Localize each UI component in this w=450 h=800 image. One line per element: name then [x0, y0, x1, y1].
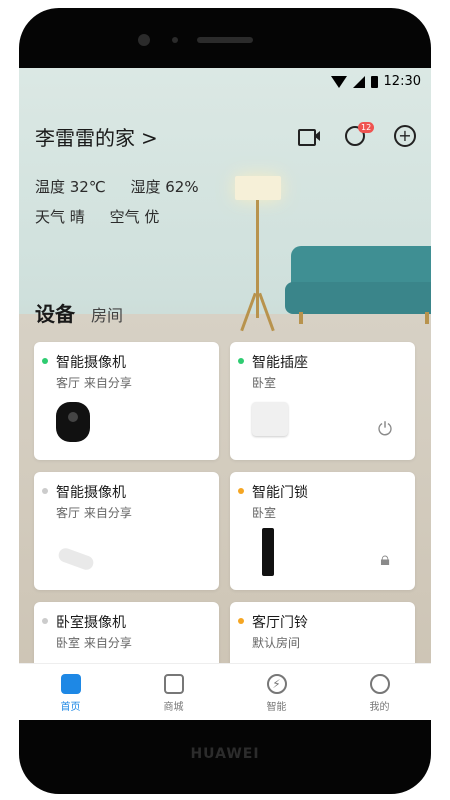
bottom-navigation: 首页 商城 ⚡︎ 智能 我的: [19, 663, 431, 720]
status-dot: [238, 618, 244, 624]
device-name: 客厅门铃: [252, 615, 308, 631]
device-name: 智能门锁: [252, 485, 308, 501]
device-location: 卧室 来自分享: [56, 636, 132, 650]
status-dot: [238, 358, 244, 364]
chevron-right-icon: >: [141, 126, 158, 150]
device-card[interactable]: 智能门锁 卧室 🔒︎: [230, 472, 415, 590]
shopping-bag-icon: [163, 674, 184, 694]
device-brand: HUAWEI: [190, 746, 260, 762]
smart-plug-image: [248, 398, 290, 448]
sofa: [285, 246, 431, 324]
device-location: 默认房间: [252, 636, 301, 650]
status-dot: [42, 618, 48, 624]
app-screen: 12:30 李雷雷的家 > 12 + 温度 32℃ 湿度 62% 天气 晴 空气 …: [19, 68, 431, 720]
home-name: 李雷雷的家: [35, 126, 135, 150]
earpiece-speaker: [197, 37, 253, 43]
nav-smart[interactable]: ⚡︎ 智能: [225, 664, 328, 720]
status-dot: [42, 358, 48, 364]
device-location: 卧室: [252, 376, 277, 390]
battery-icon: [370, 75, 378, 88]
lamp-pole: [256, 200, 259, 318]
message-icon[interactable]: 12: [344, 122, 375, 148]
home-icon: [60, 674, 81, 694]
nav-profile[interactable]: 我的: [328, 664, 431, 720]
device-name: 智能摄像机: [56, 485, 126, 501]
sofa-leg: [425, 312, 429, 324]
wifi-icon: [330, 75, 347, 88]
nav-label: 智能: [266, 702, 287, 713]
status-dot: [42, 488, 48, 494]
signal-icon: [352, 75, 365, 88]
lock-icon[interactable]: 🔒︎: [375, 550, 395, 570]
nav-mall[interactable]: 商城: [122, 664, 225, 720]
bullet-camera-image: [52, 528, 96, 578]
video-camera-icon[interactable]: [297, 124, 321, 148]
add-icon[interactable]: +: [393, 124, 417, 148]
user-icon: [369, 674, 390, 694]
device-name: 智能插座: [252, 355, 308, 371]
status-bar: 12:30: [330, 74, 421, 89]
temperature: 温度 32℃: [35, 178, 106, 196]
nav-home[interactable]: 首页: [19, 664, 122, 720]
notification-badge: 12: [358, 122, 375, 133]
nav-label: 商城: [163, 702, 184, 713]
device-name: 智能摄像机: [56, 355, 126, 371]
sofa-back: [291, 246, 431, 286]
weather: 天气 晴: [35, 208, 85, 226]
sofa-seat: [285, 282, 431, 314]
env-row-weather: 天气 晴 空气 优: [35, 206, 179, 227]
lamp-shade: [235, 176, 281, 200]
status-time: 12:30: [383, 74, 421, 89]
env-row-climate: 温度 32℃ 湿度 62%: [35, 176, 219, 197]
lightning-icon: ⚡︎: [266, 674, 287, 694]
power-icon[interactable]: ⏻: [375, 420, 395, 440]
device-card[interactable]: 智能插座 卧室 ⏻: [230, 342, 415, 460]
humidity: 湿度 62%: [130, 178, 199, 196]
dome-camera-image: [52, 398, 94, 448]
sofa-leg: [299, 312, 303, 324]
device-location: 客厅 来自分享: [56, 376, 132, 390]
sensor: [172, 37, 178, 43]
nav-label: 首页: [60, 702, 81, 713]
front-camera: [138, 34, 150, 46]
home-selector[interactable]: 李雷雷的家 >: [35, 122, 158, 151]
device-card[interactable]: 智能摄像机 客厅 来自分享: [34, 342, 219, 460]
door-lock-image: [248, 528, 290, 578]
device-location: 客厅 来自分享: [56, 506, 132, 520]
nav-label: 我的: [369, 702, 390, 713]
device-location: 卧室: [252, 506, 277, 520]
section-tabs: 设备 房间: [35, 298, 123, 327]
air-quality: 空气 优: [109, 208, 160, 226]
device-name: 卧室摄像机: [56, 615, 126, 631]
tab-rooms[interactable]: 房间: [91, 302, 123, 326]
status-dot: [238, 488, 244, 494]
device-card[interactable]: 智能摄像机 客厅 来自分享: [34, 472, 219, 590]
tab-devices[interactable]: 设备: [35, 298, 75, 327]
